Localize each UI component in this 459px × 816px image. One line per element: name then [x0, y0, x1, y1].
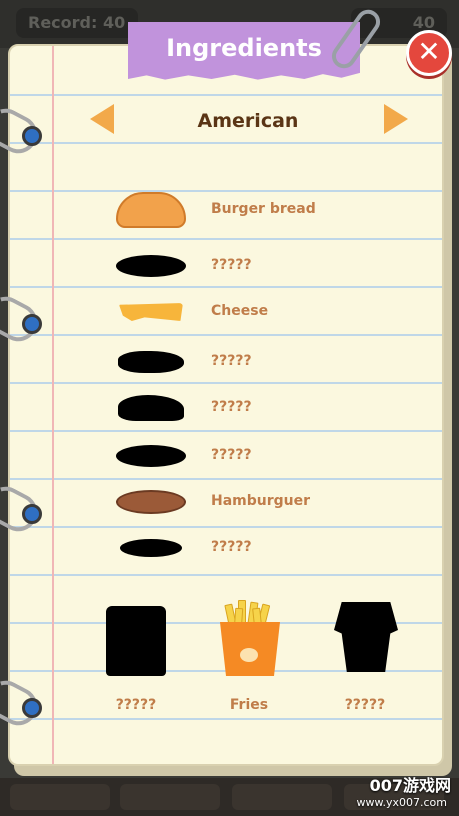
ingredient-label: ????? — [211, 257, 252, 273]
ingredient-row: ????? — [0, 342, 459, 382]
ingredient-label: Hamburguer — [211, 493, 311, 509]
locked-silhouette-icon — [110, 388, 192, 428]
ingredient-row: ????? — [0, 246, 459, 286]
prev-category-button[interactable] — [90, 104, 114, 134]
ingredient-row: Cheese — [0, 292, 459, 332]
locked-silhouette-icon — [96, 598, 186, 678]
category-title: American — [197, 110, 299, 132]
bottom-tab[interactable] — [232, 784, 332, 810]
patty-icon — [110, 482, 192, 522]
paw-icon — [240, 648, 258, 662]
ingredient-label: ????? — [211, 539, 252, 555]
locked-silhouette-icon — [110, 246, 192, 286]
ingredient-label: Burger bread — [211, 201, 316, 217]
bottom-tab[interactable] — [120, 784, 220, 810]
ring-hole-icon — [22, 126, 42, 146]
ingredient-row: Burger bread — [0, 190, 459, 230]
locked-silhouette-icon — [324, 598, 414, 678]
next-category-button[interactable] — [384, 104, 408, 134]
bottom-tab[interactable] — [10, 784, 110, 810]
locked-silhouette-icon — [110, 342, 192, 382]
ingredient-row: ????? — [0, 528, 459, 568]
page-title: Ingredients — [166, 34, 322, 62]
ingredient-label: ????? — [211, 353, 252, 369]
binder-ring — [0, 674, 48, 732]
ingredient-row: Hamburguer — [0, 482, 459, 522]
side-label: ????? — [115, 697, 157, 713]
fries-icon — [210, 598, 300, 678]
ingredient-label: Cheese — [211, 303, 269, 319]
ingredient-label: ????? — [211, 399, 252, 415]
watermark-logo: 007游戏网 — [369, 776, 451, 795]
locked-silhouette-icon — [110, 436, 192, 476]
close-icon: ✕ — [417, 35, 441, 68]
record-display: Record: 40 — [16, 8, 138, 38]
ingredient-row: ????? — [0, 388, 459, 428]
side-label: Fries — [229, 697, 269, 713]
close-button[interactable]: ✕ — [406, 30, 452, 76]
ring-hole-icon — [22, 698, 42, 718]
watermark-url: www.yx007.com — [356, 796, 447, 809]
cheese-slice-icon — [110, 292, 192, 332]
binder-ring — [0, 102, 48, 160]
ingredient-row: ????? — [0, 436, 459, 476]
ingredient-label: ????? — [211, 447, 252, 463]
locked-silhouette-icon — [110, 528, 192, 568]
burger-bun-icon — [110, 190, 192, 230]
side-label: ????? — [344, 697, 386, 713]
